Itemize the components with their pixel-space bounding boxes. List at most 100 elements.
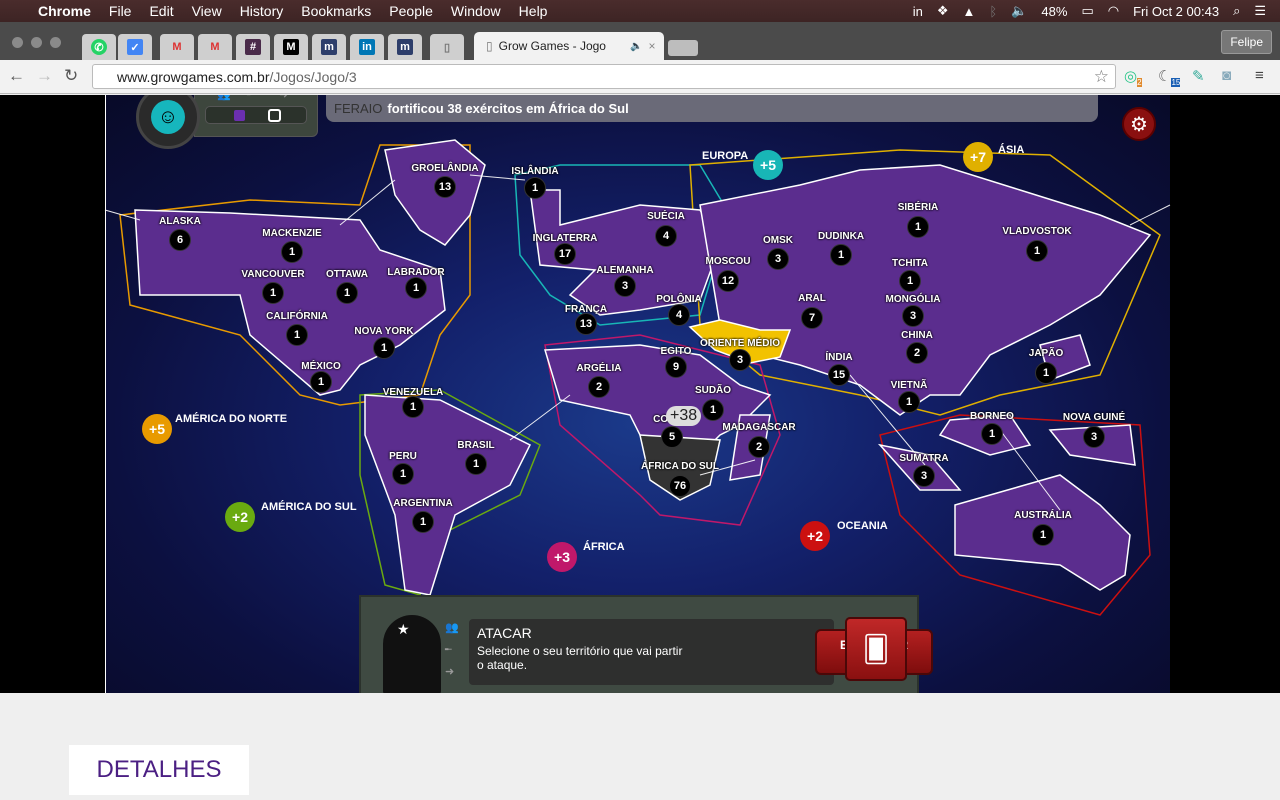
- moon-extension-icon[interactable]: ☾15: [1158, 67, 1181, 87]
- menu-edit[interactable]: Edit: [149, 3, 173, 19]
- zoom-window-button[interactable]: [50, 37, 61, 48]
- army-count[interactable]: 3: [902, 305, 924, 327]
- army-count[interactable]: 76: [669, 475, 691, 497]
- army-count[interactable]: 15: [828, 364, 850, 386]
- tab-medium[interactable]: M: [274, 34, 308, 60]
- territory-label[interactable]: SIBÉRIA: [898, 202, 939, 213]
- army-count[interactable]: 4: [668, 304, 690, 326]
- territory-label[interactable]: DUDINKA: [818, 231, 864, 242]
- territory-label[interactable]: NOVA GUINÉ: [1063, 412, 1125, 423]
- army-count[interactable]: 1: [281, 241, 303, 263]
- tab-details[interactable]: DETALHES: [69, 745, 249, 795]
- army-count[interactable]: 3: [729, 349, 751, 371]
- army-count[interactable]: 4: [655, 225, 677, 247]
- territory-label[interactable]: BORNEO: [970, 411, 1014, 422]
- army-count[interactable]: 1: [412, 511, 434, 533]
- army-count[interactable]: 1: [402, 396, 424, 418]
- forward-icon[interactable]: →: [36, 66, 53, 86]
- army-count[interactable]: 1: [899, 270, 921, 292]
- grammarly-extension-icon[interactable]: ◎2: [1124, 67, 1142, 87]
- territory-label[interactable]: CHINA: [901, 330, 933, 341]
- army-count[interactable]: 3: [1083, 426, 1105, 448]
- territory-label[interactable]: ÁFRICA DO SUL: [641, 461, 719, 472]
- battery-icon[interactable]: ▭: [1081, 3, 1093, 19]
- profile-button[interactable]: Felipe: [1221, 30, 1272, 54]
- menu-help[interactable]: Help: [519, 3, 548, 19]
- menu-people[interactable]: People: [389, 3, 433, 19]
- territory-label[interactable]: NOVA YORK: [354, 326, 413, 337]
- territory-label[interactable]: VLADVOSTOK: [1002, 226, 1071, 237]
- tab-gmail-1[interactable]: M: [160, 34, 194, 60]
- dropbox-icon[interactable]: ❖: [937, 3, 949, 19]
- menu-bookmarks[interactable]: Bookmarks: [301, 3, 371, 19]
- army-count[interactable]: 5: [661, 426, 683, 448]
- territory-label[interactable]: GROELÂNDIA: [411, 163, 478, 174]
- tab-m-2[interactable]: m: [388, 34, 422, 60]
- territory-label[interactable]: VANCOUVER: [241, 269, 304, 280]
- army-count[interactable]: 2: [906, 342, 928, 364]
- territory-label[interactable]: BRASIL: [457, 440, 494, 451]
- close-tab-icon[interactable]: ×: [648, 39, 655, 53]
- menu-history[interactable]: History: [240, 3, 284, 19]
- spotlight-icon[interactable]: ⌕: [1233, 3, 1240, 19]
- army-count[interactable]: 1: [1026, 240, 1048, 262]
- menu-app[interactable]: Chrome: [38, 3, 91, 19]
- address-bar[interactable]: www.growgames.com.br/Jogos/Jogo/3 ☆: [92, 64, 1116, 89]
- territory-label[interactable]: SUMATRA: [899, 453, 948, 464]
- army-count[interactable]: 13: [575, 313, 597, 335]
- clock[interactable]: Fri Oct 2 00:43: [1133, 4, 1219, 19]
- army-count[interactable]: 1: [392, 463, 414, 485]
- territory-label[interactable]: ISLÂNDIA: [511, 166, 558, 177]
- army-count[interactable]: 3: [913, 465, 935, 487]
- army-count[interactable]: 6: [169, 229, 191, 251]
- wifi-icon[interactable]: ◠: [1108, 3, 1119, 19]
- territory-label[interactable]: MOSCOU: [706, 256, 751, 267]
- army-count[interactable]: 17: [554, 243, 576, 265]
- minimize-window-button[interactable]: [31, 37, 42, 48]
- reload-icon[interactable]: ↻: [64, 66, 78, 86]
- drive-icon[interactable]: ▲: [963, 4, 976, 19]
- player-avatar[interactable]: ☺: [136, 95, 200, 149]
- territory-label[interactable]: ÍNDIA: [825, 352, 852, 363]
- tab-m-1[interactable]: m: [312, 34, 346, 60]
- army-count[interactable]: 1: [1035, 362, 1057, 384]
- territory-label[interactable]: ALASKA: [159, 216, 201, 227]
- eyedropper-extension-icon[interactable]: ✎: [1192, 67, 1205, 85]
- new-tab-button[interactable]: [668, 40, 698, 56]
- army-count[interactable]: 1: [373, 337, 395, 359]
- territory-label[interactable]: ARGENTINA: [393, 498, 452, 509]
- tab-inbox[interactable]: ✓: [118, 34, 152, 60]
- army-count[interactable]: 1: [702, 399, 724, 421]
- territory-label[interactable]: PERU: [389, 451, 417, 462]
- territory-label[interactable]: JAPÃO: [1029, 348, 1063, 359]
- territory-label[interactable]: AUSTRÁLIA: [1014, 510, 1072, 521]
- territory-label[interactable]: TCHITA: [892, 258, 928, 269]
- chrome-menu-icon[interactable]: ≡: [1255, 67, 1264, 84]
- army-count[interactable]: 1: [907, 216, 929, 238]
- army-count[interactable]: 1: [286, 324, 308, 346]
- tab-whatsapp[interactable]: ✆: [82, 34, 116, 60]
- territory-label[interactable]: MADAGASCAR: [722, 422, 795, 433]
- army-count[interactable]: 1: [405, 277, 427, 299]
- territory-label[interactable]: ORIENTE MÉDIO: [700, 338, 780, 349]
- notification-center-icon[interactable]: ☰: [1254, 3, 1266, 19]
- bookmark-star-icon[interactable]: ☆: [1094, 67, 1109, 87]
- army-count[interactable]: 1: [465, 453, 487, 475]
- territory-label[interactable]: ARAL: [798, 293, 826, 304]
- territory-label[interactable]: OMSK: [763, 235, 793, 246]
- camera-extension-icon[interactable]: ◙: [1222, 67, 1231, 84]
- territory-label[interactable]: VIETNÃ: [891, 380, 928, 391]
- back-icon[interactable]: ←: [8, 66, 25, 86]
- tab-slack[interactable]: #: [236, 34, 270, 60]
- territory-label[interactable]: SUDÃO: [695, 385, 731, 396]
- army-count[interactable]: 1: [336, 282, 358, 304]
- invision-icon[interactable]: in: [913, 4, 923, 19]
- audio-icon[interactable]: 🔈: [630, 41, 642, 52]
- bluetooth-icon[interactable]: ᛒ: [989, 4, 997, 19]
- territory-label[interactable]: MACKENZIE: [262, 228, 321, 239]
- army-count[interactable]: 12: [717, 270, 739, 292]
- territory-label[interactable]: MONGÓLIA: [886, 294, 941, 305]
- volume-icon[interactable]: 🔈: [1011, 3, 1027, 19]
- territory-label[interactable]: SUÉCIA: [647, 211, 685, 222]
- army-count[interactable]: 7: [801, 307, 823, 329]
